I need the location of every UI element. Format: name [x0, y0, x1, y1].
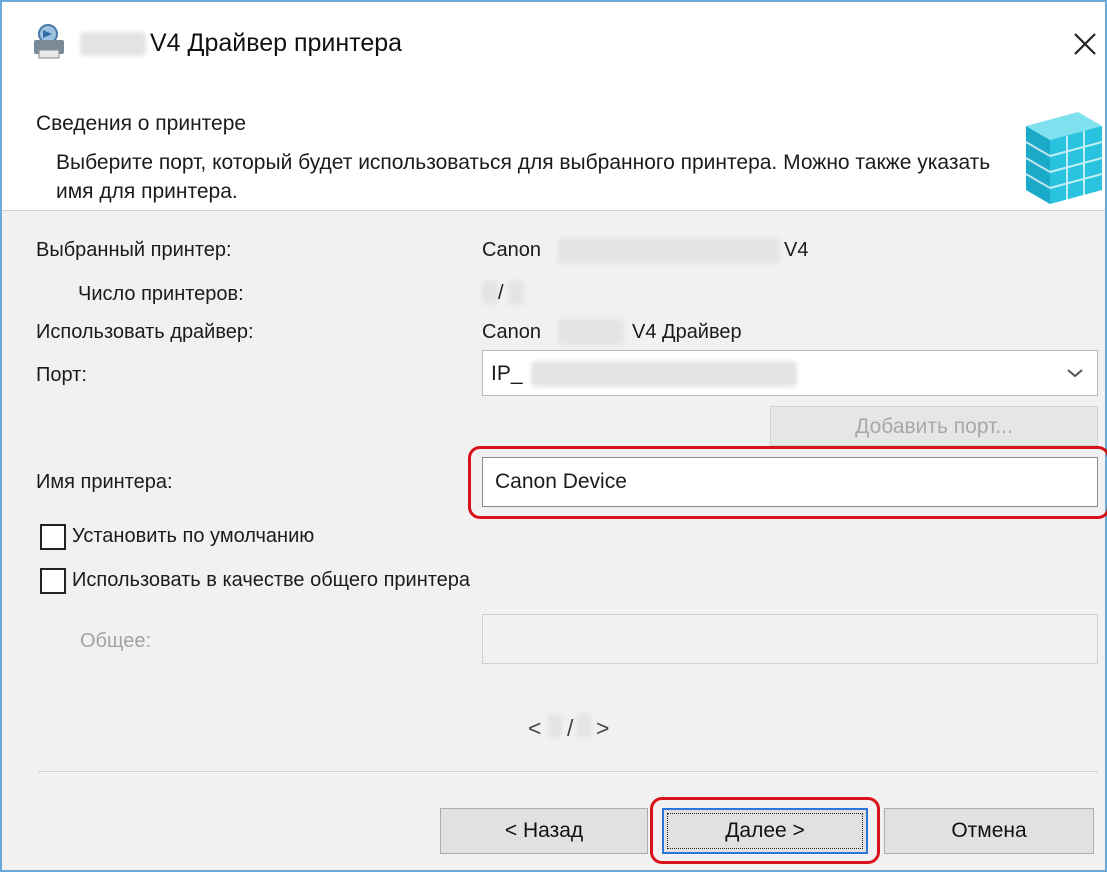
- title-bar: V4 Драйвер принтера: [2, 2, 1105, 88]
- window-title: V4 Драйвер принтера: [150, 29, 403, 57]
- redacted-page-current: [548, 714, 562, 738]
- selected-printer-prefix: Canon: [482, 239, 541, 261]
- next-printer-button[interactable]: >: [596, 715, 609, 742]
- redacted-printer-model: [558, 238, 780, 264]
- printer-cube-icon: [1025, 112, 1103, 204]
- header-description: Выберите порт, который будет использоват…: [56, 151, 991, 203]
- selected-printer-suffix: V4: [784, 239, 809, 261]
- back-button[interactable]: < Назад: [440, 808, 648, 854]
- printer-count-label: Число принтеров:: [78, 283, 244, 305]
- port-label: Порт:: [36, 364, 87, 386]
- wizard-header: Сведения о принтере Выберите порт, котор…: [2, 88, 1105, 211]
- share-name-input[interactable]: [482, 614, 1098, 664]
- pager-separator: /: [567, 715, 574, 741]
- share-name-label: Общее:: [80, 630, 152, 652]
- driver-label: Использовать драйвер:: [36, 321, 254, 343]
- footer-separator: [38, 771, 1098, 772]
- printer-name-highlight: [468, 446, 1107, 519]
- redacted-total: [508, 281, 524, 305]
- port-select[interactable]: IP_: [482, 350, 1098, 396]
- printer-driver-dialog: V4 Драйвер принтера Сведения о принтере …: [0, 0, 1107, 872]
- set-default-label[interactable]: Установить по умолчанию: [72, 525, 314, 548]
- prev-printer-button[interactable]: <: [528, 715, 541, 742]
- printer-count-value: /: [498, 282, 504, 304]
- redacted-port-address: [531, 361, 797, 387]
- redacted-page-total: [577, 714, 591, 738]
- port-select-value: IP_: [491, 362, 523, 385]
- redacted-count: [482, 281, 498, 305]
- next-button-highlight: [650, 797, 880, 864]
- share-printer-label[interactable]: Использовать в качестве общего принтера: [72, 569, 470, 592]
- header-title: Сведения о принтере: [36, 112, 247, 135]
- redacted-driver-model: [558, 319, 624, 345]
- dropdown-arrow-icon: [1067, 369, 1083, 378]
- cancel-button[interactable]: Отмена: [884, 808, 1094, 854]
- add-port-button[interactable]: Добавить порт...: [770, 406, 1098, 446]
- driver-prefix: Canon: [482, 321, 541, 343]
- redacted-model: [80, 32, 146, 56]
- printer-name-label: Имя принтера:: [36, 471, 173, 493]
- selected-printer-label: Выбранный принтер:: [36, 239, 232, 261]
- printer-setup-icon: [34, 24, 64, 59]
- close-icon[interactable]: [1068, 27, 1102, 61]
- driver-suffix: V4 Драйвер: [632, 321, 742, 343]
- set-default-checkbox[interactable]: [40, 524, 66, 550]
- share-printer-checkbox[interactable]: [40, 568, 66, 594]
